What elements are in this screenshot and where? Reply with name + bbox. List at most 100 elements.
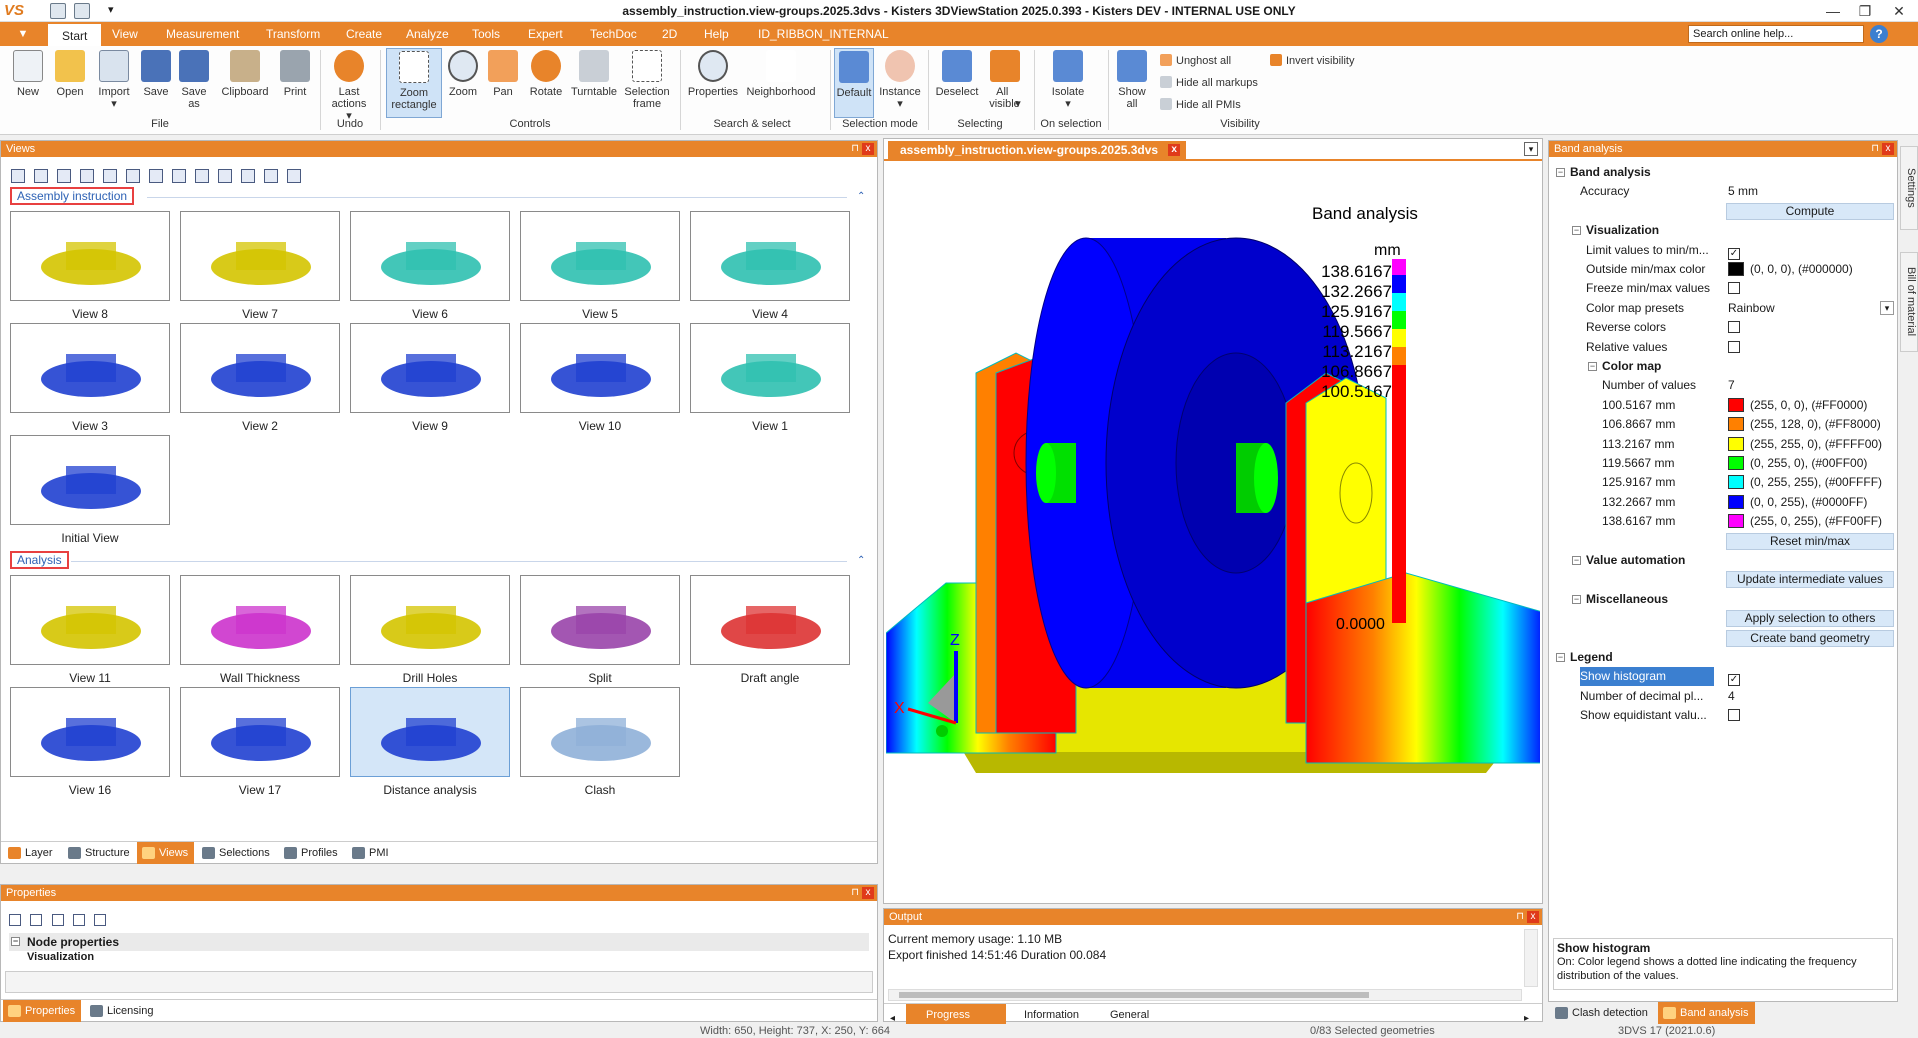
visualization-property-row[interactable]: Color map presets Rainbow ▾ (1550, 299, 1896, 318)
update-intermediate-values-button[interactable]: Update intermediate values (1726, 571, 1894, 589)
legend-property-row[interactable]: Show histogram ✓ (1550, 667, 1896, 687)
visualization-section[interactable]: − Visualization (1550, 221, 1896, 240)
show-all-button[interactable]: Show all (1114, 50, 1150, 110)
property-value[interactable]: (0, 0, 0), (#000000) (1728, 260, 1853, 279)
minimize-button[interactable]: — (1818, 2, 1848, 20)
tab-id-ribbon-internal[interactable]: ID_RIBBON_INTERNAL (744, 22, 903, 46)
property-value[interactable]: 7 (1728, 376, 1735, 395)
tab-techdoc[interactable]: TechDoc (576, 22, 651, 46)
checkbox[interactable]: ✓ (1728, 674, 1740, 687)
view-thumbnail[interactable] (350, 575, 510, 665)
create-band-geometry-button[interactable]: Create band geometry (1726, 629, 1894, 647)
layout-icon[interactable] (287, 169, 301, 183)
close-panel-icon[interactable]: x (862, 143, 874, 155)
tab-2d[interactable]: 2D (648, 22, 691, 46)
visualization-property-row[interactable]: Limit values to min/m... ✓ (1550, 241, 1896, 260)
view-thumbnail[interactable] (520, 687, 680, 777)
value-automation-section[interactable]: − Value automation (1550, 551, 1896, 570)
collapse-toggle-icon[interactable]: − (1572, 594, 1581, 604)
view-thumbnail[interactable] (350, 323, 510, 413)
view-thumbnail[interactable] (180, 211, 340, 301)
property-value[interactable]: ✓ (1728, 241, 1740, 260)
model-canvas[interactable]: Band analysis mm 138.6167132.2667125.916… (886, 163, 1540, 903)
view-thumbnail[interactable] (180, 575, 340, 665)
color-swatch[interactable] (1728, 436, 1744, 451)
accuracy-row[interactable]: Accuracy 5 mm (1550, 182, 1896, 201)
new-button[interactable]: New (12, 50, 44, 98)
fit-icon[interactable] (241, 169, 255, 183)
reset-min-max-button[interactable]: Reset min/max (1726, 532, 1894, 550)
visualization-row[interactable]: Visualization (27, 951, 94, 963)
view-thumbnail[interactable] (10, 323, 170, 413)
color-swatch[interactable] (1728, 397, 1744, 412)
copy-icon[interactable] (51, 914, 64, 926)
collapse-toggle-icon[interactable]: − (1572, 556, 1581, 565)
side-tab-settings[interactable]: Settings (1900, 146, 1918, 230)
tab-pmi[interactable]: PMI (347, 842, 395, 864)
properties-search-button[interactable]: Properties (684, 50, 742, 98)
view-thumbnail[interactable] (350, 687, 510, 777)
tab-layer[interactable]: Layer (3, 842, 59, 864)
number-of-values-row[interactable]: Number of values 7 (1550, 376, 1896, 395)
view-thumbnail[interactable] (10, 575, 170, 665)
grid-icon[interactable] (264, 169, 278, 183)
close-panel-icon[interactable]: x (1527, 911, 1539, 923)
output-vertical-scrollbar[interactable] (1524, 929, 1538, 987)
view-thumbnail[interactable] (350, 211, 510, 301)
tab-progress[interactable]: Progress (906, 1004, 1006, 1026)
property-value[interactable] (1728, 318, 1740, 337)
checkbox[interactable]: ✓ (1728, 247, 1740, 260)
visualization-property-row[interactable]: Reverse colors (1550, 318, 1896, 337)
property-value[interactable]: 5 mm (1728, 182, 1758, 201)
checkbox[interactable] (1728, 321, 1740, 334)
help-icon[interactable]: ? (1870, 25, 1888, 43)
collapse-toggle-icon[interactable]: − (1572, 226, 1581, 236)
color-swatch[interactable] (1728, 262, 1744, 276)
collapse-toggle-icon[interactable]: − (1556, 653, 1565, 662)
color-swatch[interactable] (1728, 475, 1744, 490)
restore-button[interactable]: ❐ (1850, 2, 1880, 20)
color-map-section[interactable]: − Color map (1550, 357, 1896, 376)
default-mode-button[interactable]: Default (834, 48, 874, 118)
tab-start[interactable]: Start (48, 22, 102, 46)
property-value[interactable]: (0, 0, 255), (#0000FF) (1728, 493, 1867, 512)
legend-property-row[interactable]: Show equidistant valu... (1550, 706, 1896, 725)
open-button[interactable]: Open (52, 50, 88, 98)
section-assembly-instruction[interactable]: Assembly instruction (10, 187, 135, 205)
app-menu-button[interactable]: ▼ (8, 24, 38, 44)
tab-analyze[interactable]: Analyze (392, 22, 463, 46)
filter-icon[interactable] (94, 914, 107, 926)
view-thumbnail[interactable] (520, 323, 680, 413)
visualization-property-row[interactable]: Freeze min/max values (1550, 279, 1896, 298)
export-icon[interactable] (73, 914, 86, 926)
collapse-toggle-icon[interactable]: − (1588, 362, 1597, 371)
property-value[interactable]: Rainbow ▾ (1728, 299, 1894, 318)
property-value[interactable]: ✓ (1728, 667, 1740, 687)
deselect-button[interactable]: Deselect (934, 50, 980, 98)
collapse-icon[interactable]: ⌃ (857, 191, 865, 202)
unghost-all-button[interactable]: Unghost all (1160, 52, 1231, 70)
compute-button[interactable]: Compute (1726, 202, 1894, 220)
band-analysis-root[interactable]: − Band analysis (1550, 163, 1896, 182)
all-visible-button[interactable]: All visible▾ (984, 50, 1026, 110)
tab-general[interactable]: General (1094, 1004, 1155, 1026)
view-thumbnail[interactable] (10, 435, 170, 525)
group-icon[interactable] (172, 169, 186, 183)
tab-information[interactable]: Information (1008, 1004, 1085, 1026)
side-tab-bill-of-material[interactable]: Bill of material (1900, 252, 1918, 352)
dropdown-icon[interactable]: ▾ (1880, 300, 1894, 315)
color-swatch[interactable] (1728, 494, 1744, 509)
close-panel-icon[interactable]: x (862, 887, 874, 899)
output-horizontal-scrollbar[interactable] (888, 989, 1522, 1001)
tab-measurement[interactable]: Measurement (152, 22, 253, 46)
checkbox[interactable] (1728, 709, 1740, 722)
color-map-entry-row[interactable]: 106.8667 mm (255, 128, 0), (#FF8000) (1550, 415, 1896, 434)
collapse-all-icon[interactable] (30, 914, 43, 926)
collapse-toggle-icon[interactable]: − (1556, 168, 1565, 177)
property-value[interactable]: 4 (1728, 687, 1735, 706)
rotate-button[interactable]: Rotate (526, 50, 566, 98)
save-as-button[interactable]: Save as (178, 50, 210, 110)
document-list-icon[interactable]: ▾ (1524, 142, 1538, 156)
color-swatch[interactable] (1728, 456, 1744, 470)
tab-band-analysis[interactable]: Band analysis (1658, 1002, 1755, 1024)
